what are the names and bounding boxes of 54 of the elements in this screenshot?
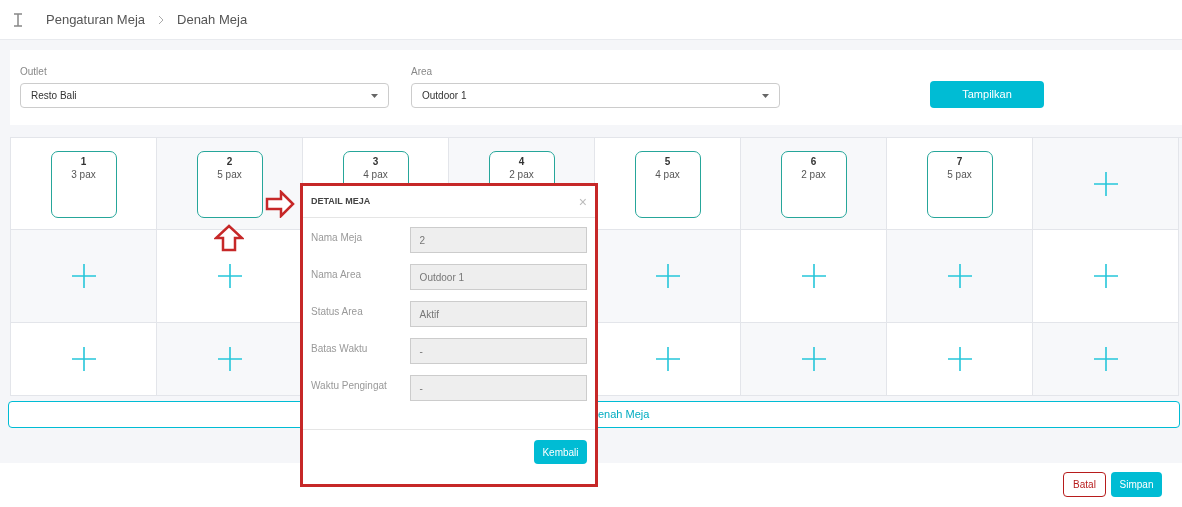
readonly-field: -	[409, 338, 587, 364]
readonly-field: -	[409, 375, 587, 401]
dialog-title: DETAIL MEJA	[311, 194, 371, 208]
dropdown-caret-icon	[762, 93, 769, 98]
add-icon[interactable]	[217, 347, 242, 371]
dropdown-caret-icon	[371, 93, 378, 98]
add-icon[interactable]	[947, 264, 972, 288]
breadcrumb-current: Denah Meja	[177, 10, 248, 29]
add-icon[interactable]	[71, 347, 96, 371]
select-field[interactable]: Resto Bali	[20, 83, 389, 108]
cancel-button[interactable]: Batal	[1063, 472, 1106, 497]
table-capacity: 2 pax	[801, 168, 826, 181]
table-card[interactable]: 5 4 pax	[634, 151, 701, 218]
field-label: Batas Waktu	[311, 342, 369, 356]
add-icon[interactable]	[947, 347, 972, 371]
table-number: 1	[80, 155, 87, 168]
table-number: 2	[226, 155, 233, 168]
add-icon[interactable]	[1093, 347, 1118, 371]
table-number: 4	[518, 155, 525, 168]
add-icon[interactable]	[801, 264, 826, 288]
add-icon[interactable]	[217, 264, 242, 288]
field-label: Outlet	[20, 65, 48, 79]
table-capacity: 5 pax	[217, 168, 242, 181]
table-card[interactable]: 1 3 pax	[50, 151, 117, 218]
table-capacity: 4 pax	[655, 168, 680, 181]
add-icon[interactable]	[801, 347, 826, 371]
table-card[interactable]: 2 5 pax	[196, 151, 263, 218]
add-icon[interactable]	[1093, 171, 1118, 196]
table-card[interactable]: 6 2 pax	[780, 151, 847, 218]
table-capacity: 5 pax	[947, 168, 972, 181]
table-number: 5	[664, 155, 671, 168]
arrow-right-icon	[265, 190, 295, 218]
field-label: Nama Area	[311, 268, 363, 282]
table-capacity: 2 pax	[509, 168, 534, 181]
readonly-field: 2	[409, 227, 587, 253]
add-icon[interactable]	[71, 264, 96, 288]
table-number: 3	[372, 155, 379, 168]
field-label: Nama Meja	[311, 231, 364, 245]
add-icon[interactable]	[655, 347, 680, 371]
field-label: Waktu Pengingat	[311, 379, 388, 393]
table-card[interactable]: 7 5 pax	[926, 151, 993, 218]
add-icon[interactable]	[655, 264, 680, 288]
field-label: Status Area	[311, 305, 364, 319]
select-field[interactable]: Outdoor 1	[411, 83, 780, 108]
table-number: 6	[810, 155, 817, 168]
add-icon[interactable]	[1093, 264, 1118, 288]
chevron-right-icon	[157, 14, 165, 25]
table-capacity: 4 pax	[363, 168, 388, 181]
readonly-field: Aktif	[409, 301, 587, 327]
table-capacity: 3 pax	[71, 168, 96, 181]
breadcrumb-link[interactable]: Pengaturan Meja	[46, 9, 145, 30]
table-number: 7	[956, 155, 963, 168]
field-label: Area	[411, 65, 434, 79]
readonly-field: Outdoor 1	[409, 264, 587, 290]
